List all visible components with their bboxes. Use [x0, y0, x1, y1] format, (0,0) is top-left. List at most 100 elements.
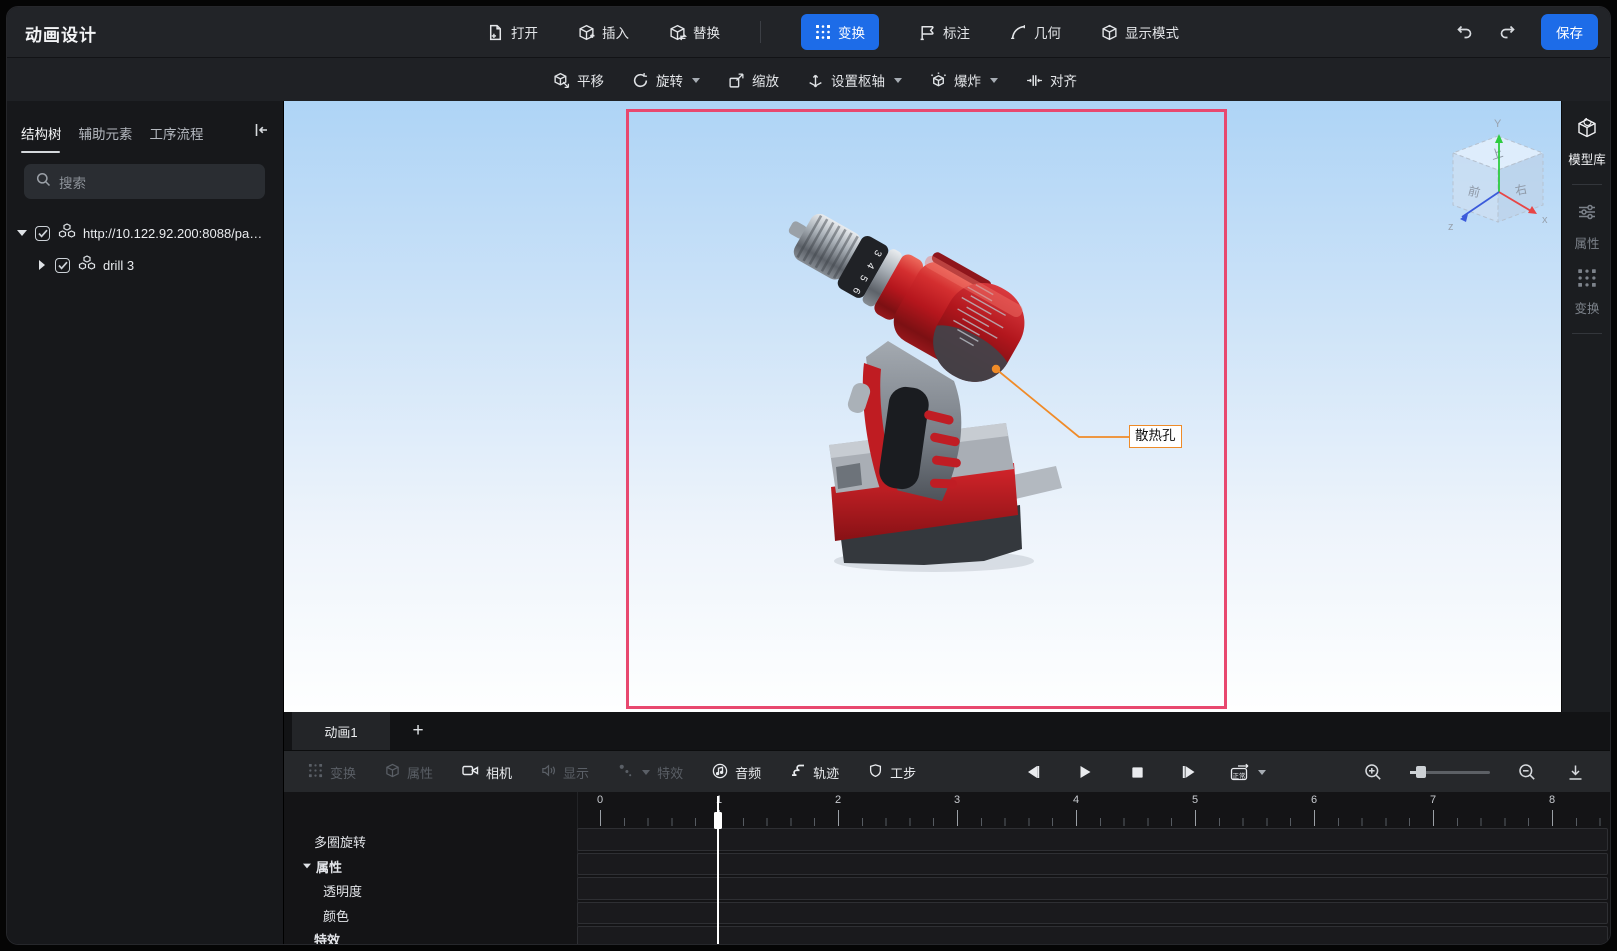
track-lane-property[interactable] [577, 852, 1608, 875]
tree-item-label: drill 3 [103, 257, 135, 273]
search-input[interactable]: 搜索 [24, 164, 265, 199]
export-download-icon[interactable] [1564, 761, 1586, 783]
expand-collapse-icon[interactable] [17, 230, 27, 236]
ruler-tick-label: 5 [1191, 794, 1199, 806]
pan-cube-icon [553, 72, 570, 89]
sidebar-tabs: 结构树 辅助元素 工序流程 [21, 123, 204, 153]
track-row-rotation[interactable]: 多圈旋转 [314, 832, 366, 851]
track-lane-effects[interactable] [577, 926, 1608, 944]
annotation-label[interactable]: 散热孔 [1129, 425, 1182, 448]
align-label: 对齐 [1050, 74, 1077, 89]
save-button[interactable]: 保存 [1541, 14, 1598, 50]
ruler-ticks [600, 810, 1608, 826]
track-lane-opacity[interactable] [577, 877, 1608, 900]
speed-selector[interactable]: 正常 [1230, 763, 1266, 781]
replace-label: 替换 [693, 26, 720, 41]
zoom-in-icon[interactable] [1362, 761, 1384, 783]
drill-model[interactable]: 12 V [284, 101, 1561, 712]
cube-icon [1101, 24, 1118, 41]
display-mode-button[interactable]: 显示模式 [1101, 22, 1179, 42]
open-button[interactable]: 打开 [487, 22, 538, 42]
geometry-label: 几何 [1034, 26, 1061, 41]
track-effects-label: 特效 [657, 765, 684, 781]
geometry-button[interactable]: 几何 [1010, 22, 1061, 42]
transform-panel-label: 变换 [1574, 302, 1600, 316]
rotate-icon [632, 72, 649, 89]
nav-cube[interactable]: 上 前 右 Y x z [1448, 118, 1548, 233]
track-label-text: 属性 [316, 859, 343, 875]
insert-button[interactable]: 插入 [578, 22, 629, 42]
ruler-tick-label: 4 [1072, 794, 1080, 806]
slider-handle[interactable] [1416, 766, 1426, 778]
viewport-3d[interactable]: 12 V [284, 101, 1561, 712]
track-label-text: 多圈旋转 [314, 835, 367, 850]
track-property-label: 属性 [407, 765, 434, 781]
set-pivot-button[interactable]: 设置枢轴 [807, 70, 902, 90]
scale-icon [728, 72, 745, 89]
play-button[interactable] [1074, 761, 1096, 783]
transform-button[interactable]: 变换 [801, 14, 879, 50]
step-forward-button[interactable] [1178, 761, 1200, 783]
stop-button[interactable] [1126, 761, 1148, 783]
transform-toolbar: 平移 旋转 缩放 设置枢轴 爆炸 对齐 [7, 57, 1610, 101]
track-row-color[interactable]: 颜色 [323, 906, 349, 925]
track-audio-button[interactable]: 音频 [712, 763, 761, 782]
track-camera-label: 相机 [486, 765, 513, 781]
track-transform-button[interactable]: 变换 [308, 763, 356, 782]
track-row-effects[interactable]: 特效 [314, 930, 340, 944]
collapse-sidebar-button[interactable] [252, 121, 270, 144]
title-bar: 动画设计 打开 插入 替换 变换 标注 几何 显示模式 保存 [7, 7, 1610, 57]
checkbox-checked[interactable] [35, 225, 50, 241]
panel-transform[interactable]: 变换 [1562, 252, 1610, 317]
playhead-handle[interactable] [714, 812, 722, 829]
timeline-track-tools: 变换 属性 相机 显示 特效 音频 轨迹 工步 [308, 751, 916, 793]
explode-button[interactable]: 爆炸 [930, 70, 998, 90]
track-property-button[interactable]: 属性 [385, 763, 433, 782]
right-panel-rail: 模型库 属性 变换 [1561, 101, 1610, 712]
app-window: 动画设计 打开 插入 替换 变换 标注 几何 显示模式 保存 平移 旋转 缩放 … [6, 6, 1611, 945]
toolbar-separator [760, 21, 761, 43]
expand-collapse-icon[interactable] [37, 260, 47, 270]
scale-button[interactable]: 缩放 [728, 70, 779, 90]
track-effects-button[interactable]: 特效 [618, 763, 683, 782]
expand-collapse-icon[interactable] [303, 863, 311, 869]
rotate-button[interactable]: 旋转 [632, 70, 700, 90]
open-label: 打开 [511, 26, 538, 41]
speed-icon: 正常 [1230, 763, 1252, 781]
track-camera-button[interactable]: 相机 [462, 763, 512, 782]
timeline-tab-bar: 动画1 + [284, 712, 1610, 750]
track-trajectory-button[interactable]: 轨迹 [790, 763, 839, 782]
shield-icon [868, 763, 883, 782]
tree-row-package[interactable]: http://10.122.92.200:8088/pack... [7, 219, 284, 247]
checkbox-checked[interactable] [55, 257, 70, 273]
track-row-opacity[interactable]: 透明度 [323, 881, 362, 900]
pan-button[interactable]: 平移 [553, 70, 604, 90]
chevron-down-icon [692, 77, 700, 83]
track-lane-rotation[interactable] [577, 828, 1608, 851]
tab-auxiliary-elements[interactable]: 辅助元素 [79, 123, 133, 153]
panel-model-library[interactable]: 模型库 [1562, 101, 1610, 168]
tab-process-flow[interactable]: 工序流程 [150, 123, 204, 153]
annotate-label: 标注 [943, 26, 970, 41]
track-display-button[interactable]: 显示 [541, 763, 589, 782]
replace-button[interactable]: 替换 [669, 22, 720, 42]
track-row-property[interactable]: 属性 [302, 857, 342, 876]
panel-properties[interactable]: 属性 [1562, 185, 1610, 252]
add-animation-tab-button[interactable]: + [406, 719, 430, 743]
search-placeholder: 搜索 [59, 175, 86, 191]
timeline-zoom-slider[interactable] [1410, 766, 1490, 778]
tree-row-drill[interactable]: drill 3 [7, 251, 284, 279]
track-trajectory-label: 轨迹 [813, 765, 840, 781]
align-button[interactable]: 对齐 [1026, 70, 1077, 90]
timeline-ruler[interactable]: 0 1 2 3 4 5 6 7 8 [284, 792, 1610, 828]
zoom-out-icon[interactable] [1516, 761, 1538, 783]
annotate-button[interactable]: 标注 [919, 22, 970, 42]
undo-button[interactable] [1453, 21, 1475, 43]
animation-tab[interactable]: 动画1 [292, 712, 390, 750]
track-lane-color[interactable] [577, 901, 1608, 924]
ruler-tick-label: 6 [1310, 794, 1318, 806]
step-back-button[interactable] [1022, 761, 1044, 783]
redo-button[interactable] [1497, 21, 1519, 43]
track-step-button[interactable]: 工步 [868, 763, 916, 782]
tab-structure-tree[interactable]: 结构树 [21, 123, 62, 153]
